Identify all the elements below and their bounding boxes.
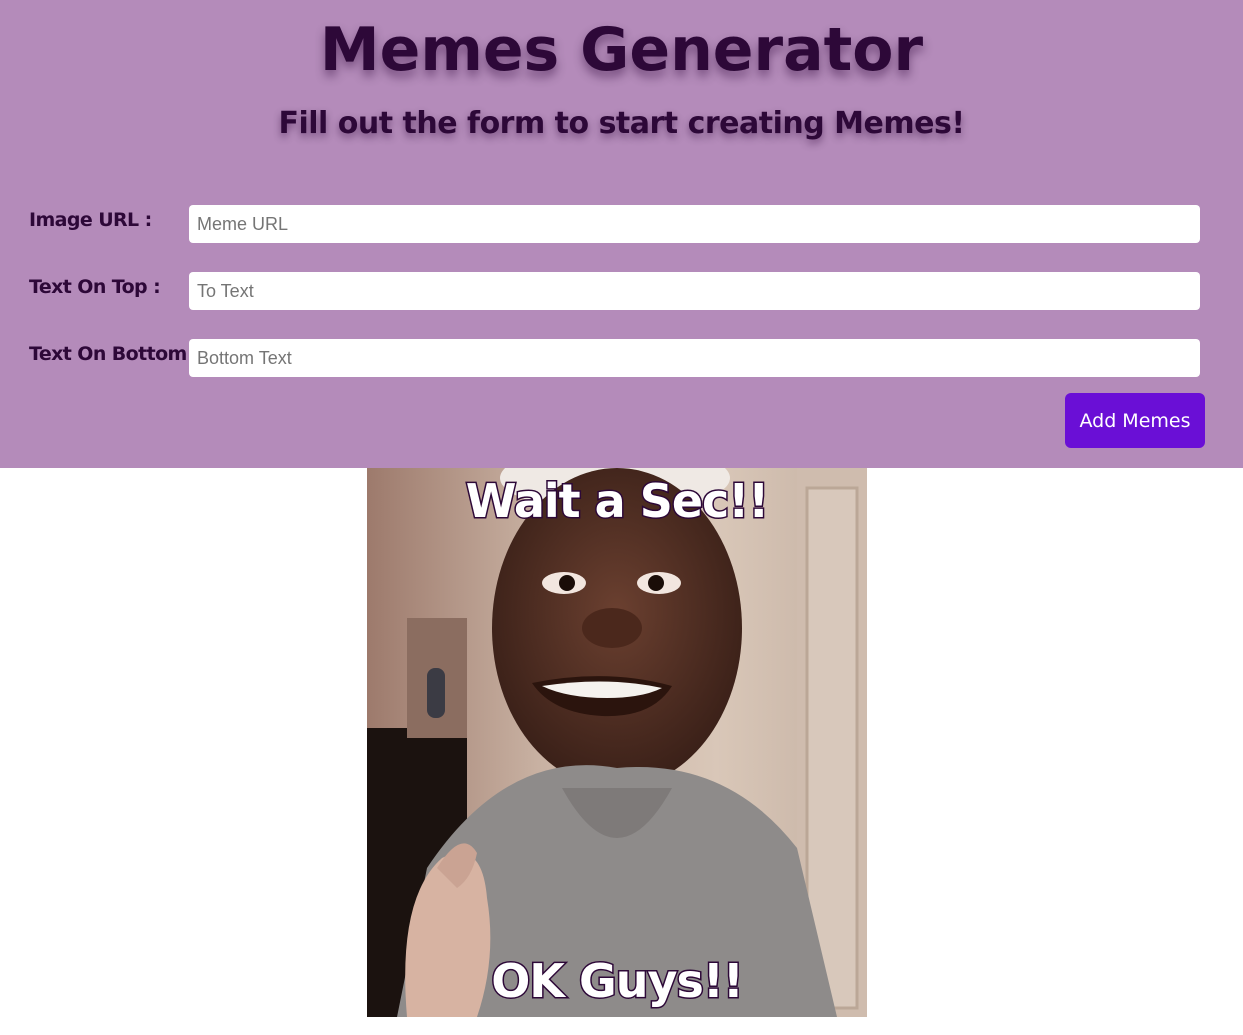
meme-top-text: Wait a Sec!! [464, 473, 771, 530]
meme-bottom-text: OK Guys!! [490, 953, 746, 1010]
add-memes-button[interactable]: Add Memes [1065, 393, 1205, 448]
image-url-label: Image URL : [29, 209, 152, 231]
text-top-input[interactable] [189, 272, 1200, 310]
text-bottom-input[interactable] [189, 339, 1200, 377]
meme-card: Wait a Sec!! OK Guys!! [367, 468, 867, 1017]
meme-image [367, 468, 867, 1017]
text-bottom-label: Text On Bottom : [29, 343, 200, 365]
image-url-input[interactable] [189, 205, 1200, 243]
page-title: Memes Generator [319, 15, 924, 85]
page-subtitle: Fill out the form to start creating Meme… [278, 106, 965, 141]
text-top-label: Text On Top : [29, 276, 161, 298]
header: Memes Generator Fill out the form to sta… [0, 0, 1243, 468]
